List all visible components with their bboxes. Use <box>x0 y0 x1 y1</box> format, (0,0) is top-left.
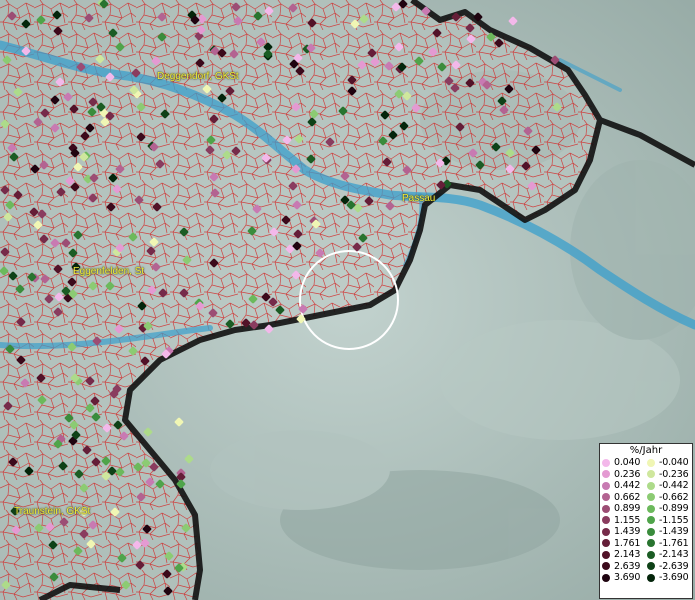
legend-row: 1.155 <box>602 515 647 527</box>
legend-row: -3.690 <box>647 572 692 584</box>
legend-row: -0.899 <box>647 503 692 515</box>
legend-row: 2.639 <box>602 561 647 573</box>
legend-row: 0.442 <box>602 480 647 492</box>
legend-row: 0.662 <box>602 492 647 504</box>
legend-swatch-icon <box>647 562 655 571</box>
legend-swatch-icon <box>602 516 610 525</box>
city-label-deggendorf: Deggendorf, GKSt <box>157 71 239 82</box>
legend-negative-column: -0.040 -0.236 -0.442 -0.662 -0.899 -1.155 -1.4… <box>647 457 692 584</box>
legend-value: 0.899 <box>614 503 641 514</box>
legend-title: %/Jahr <box>629 445 663 456</box>
legend-value: 1.439 <box>614 526 641 537</box>
legend-row: -2.143 <box>647 549 692 561</box>
legend-swatch-icon <box>647 539 655 548</box>
legend-swatch-icon <box>602 481 610 490</box>
legend-value: -3.690 <box>659 572 689 583</box>
legend-swatch-icon <box>647 504 655 513</box>
legend-value: -2.143 <box>659 549 689 560</box>
legend-swatch-icon <box>602 562 610 571</box>
legend-swatch-icon <box>647 493 655 502</box>
legend-value: 0.442 <box>614 480 641 491</box>
legend-swatch-icon <box>602 539 610 548</box>
legend-value: -0.442 <box>659 480 689 491</box>
legend-value: -0.899 <box>659 503 689 514</box>
legend-swatch-icon <box>602 550 610 559</box>
legend-swatch-icon <box>647 481 655 490</box>
legend-swatch-icon <box>602 458 610 467</box>
legend-swatch-icon <box>647 516 655 525</box>
legend-swatch-icon <box>647 527 655 536</box>
legend-row: -0.040 <box>647 457 692 469</box>
legend-value: -1.439 <box>659 526 689 537</box>
legend-value: 0.236 <box>614 468 641 480</box>
legend-value: 0.662 <box>614 491 641 503</box>
map-legend: %/Jahr 0.040 0.236 0.442 0.662 0.899 1.155 1.4… <box>599 443 693 599</box>
legend-row: -0.442 <box>647 480 692 492</box>
legend-swatch-icon <box>647 550 655 559</box>
legend-row: 0.040 <box>602 457 647 469</box>
legend-value: 1.155 <box>614 514 641 526</box>
legend-swatch-icon <box>602 470 610 479</box>
legend-row: 0.236 <box>602 469 647 481</box>
legend-value: -0.662 <box>659 491 689 503</box>
legend-value: -0.040 <box>659 457 689 468</box>
legend-value: 2.639 <box>614 560 641 572</box>
legend-row: 2.143 <box>602 549 647 561</box>
legend-row: -1.155 <box>647 515 692 527</box>
legend-row: 0.899 <box>602 503 647 515</box>
legend-swatch-icon <box>647 458 655 467</box>
legend-positive-column: 0.040 0.236 0.442 0.662 0.899 1.155 1.439 1.761… <box>602 457 647 584</box>
legend-row: -0.662 <box>647 492 692 504</box>
legend-row: 1.761 <box>602 538 647 550</box>
legend-row: 1.439 <box>602 526 647 538</box>
city-label-traunstein: Traunstein, GKSt <box>14 506 91 517</box>
city-label-passau: Passau <box>402 193 436 204</box>
legend-swatch-icon <box>647 470 655 479</box>
legend-row: -1.439 <box>647 526 692 538</box>
legend-swatch-icon <box>602 493 610 502</box>
map-view[interactable]: Deggendorf, GKSt Passau Eggenfelden, St … <box>0 0 695 600</box>
map-canvas <box>0 0 695 600</box>
legend-value: -0.236 <box>659 468 689 480</box>
legend-row: 3.690 <box>602 572 647 584</box>
legend-value: 0.040 <box>614 457 641 468</box>
legend-row: -1.761 <box>647 538 692 550</box>
legend-value: 3.690 <box>614 572 641 583</box>
city-label-eggenfelden: Eggenfelden, St <box>73 266 145 277</box>
legend-swatch-icon <box>602 504 610 513</box>
legend-value: 1.761 <box>614 537 641 549</box>
legend-value: -1.155 <box>659 514 689 526</box>
legend-row: -0.236 <box>647 469 692 481</box>
legend-value: 2.143 <box>614 549 641 560</box>
legend-value: -2.639 <box>659 560 689 572</box>
legend-swatch-icon <box>647 573 655 582</box>
legend-row: -2.639 <box>647 561 692 573</box>
legend-swatch-icon <box>602 527 610 536</box>
legend-swatch-icon <box>602 573 610 582</box>
legend-value: -1.761 <box>659 537 689 549</box>
